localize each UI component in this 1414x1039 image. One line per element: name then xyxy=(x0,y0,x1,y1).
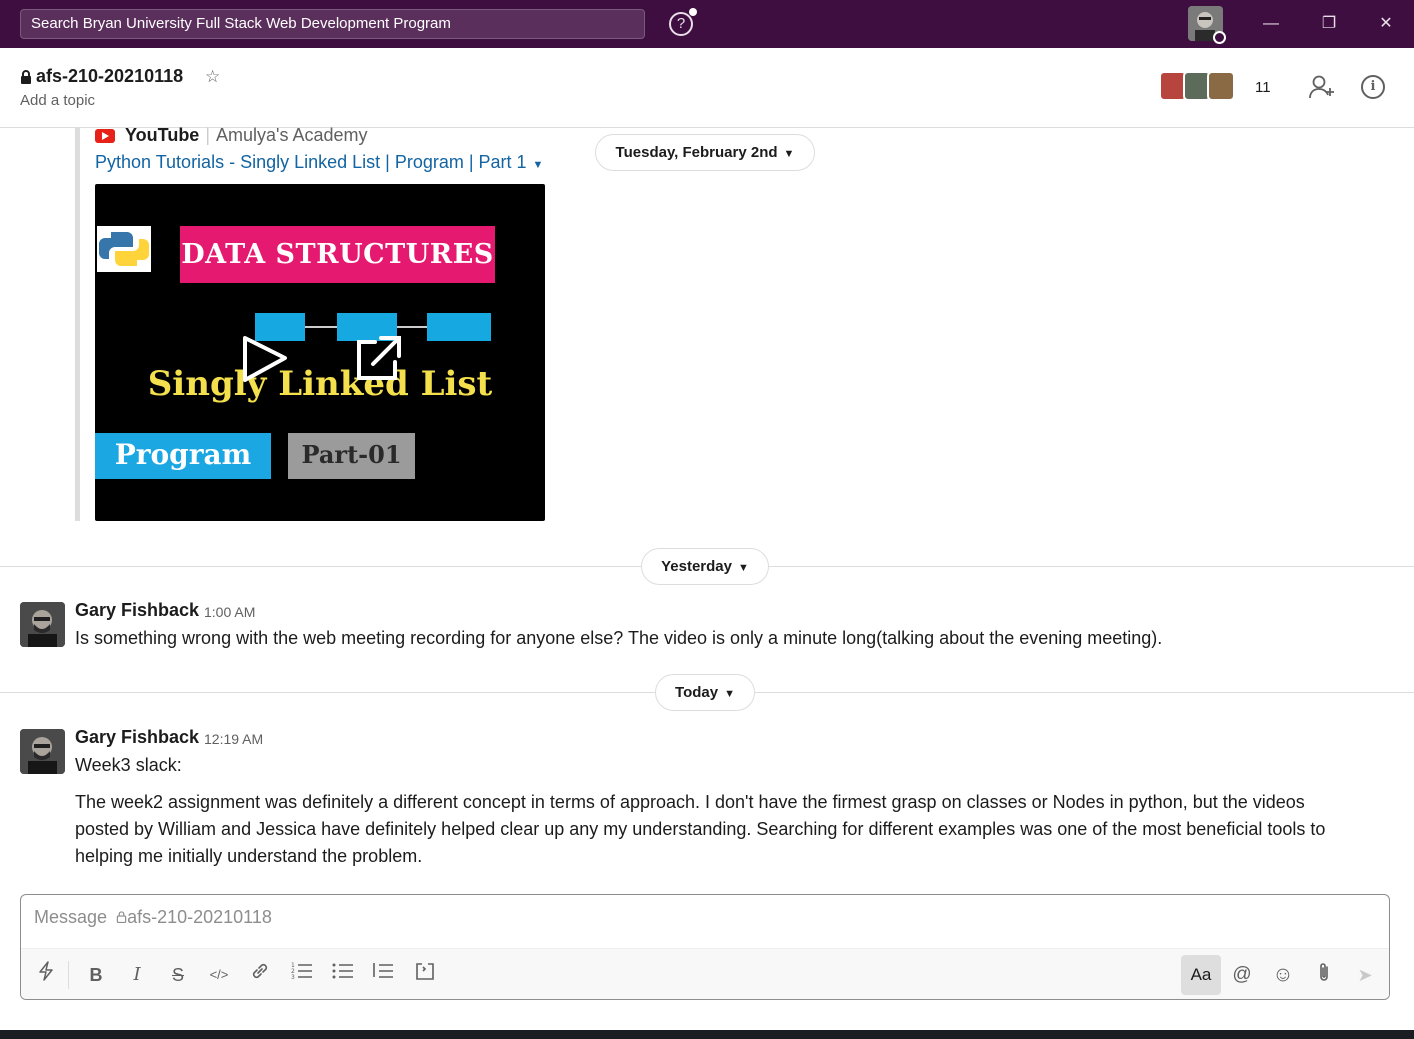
youtube-icon xyxy=(95,128,115,143)
code-button[interactable]: </> xyxy=(205,961,233,989)
date-divider-tuesday[interactable]: Tuesday, February 2nd ▼ xyxy=(595,134,815,171)
presence-status-icon xyxy=(1213,31,1226,44)
message-timestamp[interactable]: 1:00 AM xyxy=(204,604,255,620)
member-count[interactable]: 11 xyxy=(1255,79,1271,96)
thumbnail-tag-part: Part-01 xyxy=(288,433,415,479)
message-body: Is something wrong with the web meeting … xyxy=(75,628,1163,648)
chevron-down-icon: ▼ xyxy=(738,562,749,574)
italic-button[interactable]: I xyxy=(123,961,151,989)
add-member-icon[interactable] xyxy=(1308,74,1336,100)
help-notification-dot xyxy=(689,8,697,16)
attachment-title[interactable]: Python Tutorials - Singly Linked List | … xyxy=(95,152,527,172)
bold-button[interactable]: B xyxy=(82,961,110,989)
avatar[interactable] xyxy=(20,729,65,774)
link-button[interactable] xyxy=(246,961,274,989)
python-logo xyxy=(97,226,151,272)
add-topic-link[interactable]: Add a topic xyxy=(20,92,95,109)
lock-icon xyxy=(21,69,31,84)
placeholder-prefix: Message xyxy=(34,907,108,927)
message-line: helping me initially understand the prob… xyxy=(75,846,423,866)
chevron-down-icon: ▼ xyxy=(783,148,795,160)
send-button[interactable]: ➤ xyxy=(1351,961,1379,989)
close-window-button[interactable]: ✕ xyxy=(1372,10,1400,38)
attachment-paperclip-icon[interactable] xyxy=(1310,961,1338,989)
code-block-icon[interactable] xyxy=(411,961,439,989)
taskbar-strip xyxy=(0,1030,1414,1039)
numbered-list-icon[interactable]: 123 xyxy=(288,961,316,989)
date-divider-yesterday[interactable]: Yesterday ▼ xyxy=(641,548,769,585)
mention-icon[interactable]: @ xyxy=(1228,961,1256,989)
attachment-border xyxy=(75,128,80,521)
message-line: posted by William and Jessica have defin… xyxy=(75,819,1326,839)
caret-down-icon[interactable]: ▼ xyxy=(533,159,544,171)
emoji-icon[interactable]: ☺ xyxy=(1269,961,1297,989)
channel-header: afs-210-20210118 ☆ Add a topic 11 i xyxy=(0,48,1414,128)
lock-icon xyxy=(116,911,127,924)
message-sender[interactable]: Gary Fishback xyxy=(75,727,199,748)
avatar[interactable] xyxy=(20,602,65,647)
svg-text:3: 3 xyxy=(291,974,295,979)
placeholder-channel: afs-210-20210118 xyxy=(127,907,272,927)
message-line: The week2 assignment was definitely a di… xyxy=(75,792,1305,812)
message-line: Week3 slack: xyxy=(75,755,182,775)
list-node xyxy=(427,313,491,341)
attachment-source: YouTube | Amulya's Academy xyxy=(95,125,368,146)
channel-name: afs-210-20210118 xyxy=(36,66,184,86)
message-composer: Message afs-210-20210118 B I S </> 123 A… xyxy=(20,894,1390,1000)
star-icon[interactable]: ☆ xyxy=(205,67,220,87)
title-bar: Search Bryan University Full Stack Web D… xyxy=(0,0,1414,48)
member-avatar xyxy=(1207,71,1235,101)
channel-name-button[interactable]: afs-210-20210118 xyxy=(20,66,183,87)
list-link xyxy=(305,326,337,328)
thumbnail-banner: DATA STRUCTURES xyxy=(180,226,495,283)
attachment-title-link[interactable]: Python Tutorials - Singly Linked List | … xyxy=(95,152,543,173)
date-divider-today[interactable]: Today ▼ xyxy=(655,674,755,711)
play-icon[interactable] xyxy=(241,334,291,384)
help-icon[interactable]: ? xyxy=(669,12,693,36)
date-label: Today xyxy=(675,684,719,701)
separator: | xyxy=(205,125,211,145)
bulleted-list-icon[interactable] xyxy=(329,961,357,989)
message-sender[interactable]: Gary Fishback xyxy=(75,600,199,621)
channel-details-icon[interactable]: i xyxy=(1361,75,1385,99)
shortcuts-lightning-icon[interactable] xyxy=(32,961,60,989)
thumbnail-headline: Singly Linked List xyxy=(147,364,493,404)
attachment-service: YouTube xyxy=(125,125,200,145)
thumbnail-tag-program: Program xyxy=(95,433,271,479)
workspace-search-input[interactable]: Search Bryan University Full Stack Web D… xyxy=(20,9,645,39)
open-external-icon[interactable] xyxy=(353,334,403,384)
formatting-toolbar: B I S </> 123 Aa @ ☺ ➤ xyxy=(21,948,1389,999)
restore-button[interactable]: ❐ xyxy=(1315,10,1343,38)
toolbar-separator xyxy=(68,961,69,989)
video-thumbnail[interactable]: DATA STRUCTURES Singly Linked List Progr… xyxy=(95,184,545,521)
date-label: Tuesday, February 2nd xyxy=(615,144,778,161)
chevron-down-icon: ▼ xyxy=(724,688,735,700)
member-avatars[interactable] xyxy=(1159,71,1235,101)
date-label: Yesterday xyxy=(661,558,732,575)
strikethrough-button[interactable]: S xyxy=(164,961,192,989)
attachment-author[interactable]: Amulya's Academy xyxy=(216,125,368,146)
message-input[interactable]: Message afs-210-20210118 xyxy=(34,907,272,928)
list-link xyxy=(397,326,427,328)
blockquote-icon[interactable] xyxy=(369,961,397,989)
formatting-toggle-button[interactable]: Aa xyxy=(1181,955,1221,995)
message-timestamp[interactable]: 12:19 AM xyxy=(204,731,263,747)
minimize-button[interactable]: — xyxy=(1257,10,1285,38)
